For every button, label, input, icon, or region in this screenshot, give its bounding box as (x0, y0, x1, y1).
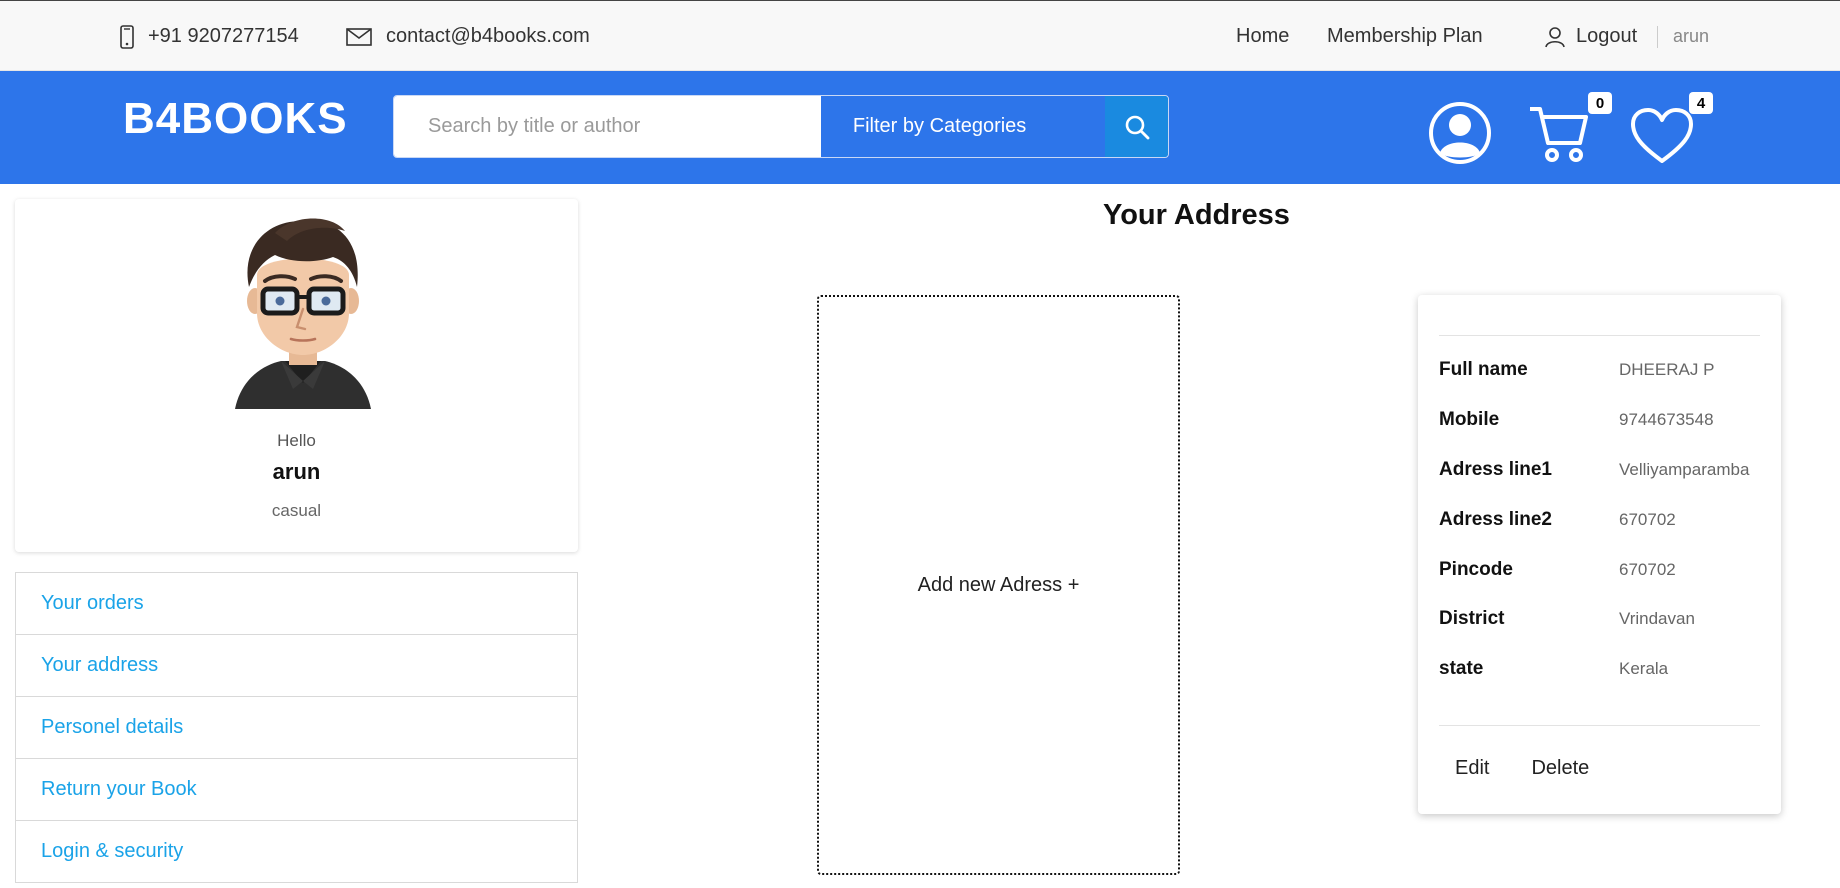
mail-icon (346, 27, 372, 46)
cart-icon (1530, 107, 1588, 162)
search-bar: Filter by Categories (393, 95, 1169, 158)
field-value: DHEERAJ P (1619, 360, 1715, 379)
nav-membership-link[interactable]: Membership Plan (1327, 1, 1483, 72)
menu-item-login-security[interactable]: Login & security (15, 820, 578, 883)
add-new-address-label: Add new Adress + (917, 573, 1080, 596)
wishlist-count-badge: 4 (1689, 92, 1713, 114)
phone-contact[interactable]: +91 9207277154 (120, 1, 299, 72)
profile-membership-type: casual (271, 501, 322, 520)
page-title: Your Address (1103, 199, 1290, 231)
profile-name: arun (272, 459, 321, 484)
account-side-menu: Your orders Your address Personel detail… (15, 572, 578, 883)
field-label: Adress line2 (1439, 509, 1552, 530)
field-value: 670702 (1619, 510, 1676, 529)
delete-address-button[interactable]: Delete (1531, 757, 1589, 780)
main-header: B4BOOKS Filter by Categories 0 4 (0, 71, 1840, 184)
field-value: 9744673548 (1619, 410, 1714, 429)
search-icon (1125, 115, 1149, 139)
search-button[interactable] (1105, 96, 1168, 157)
site-logo[interactable]: B4BOOKS (123, 94, 348, 144)
heart-icon (1631, 108, 1693, 163)
wishlist-button[interactable] (1630, 107, 1694, 170)
field-label: state (1439, 658, 1484, 679)
add-new-address-button[interactable]: Add new Adress + (817, 295, 1180, 875)
address-field-row: state Kerala (1439, 654, 1769, 684)
logout-link[interactable]: Logout (1544, 1, 1637, 72)
menu-item-return-book[interactable]: Return your Book (15, 758, 578, 821)
field-label: Full name (1439, 359, 1528, 380)
field-value: Vrindavan (1619, 609, 1695, 628)
profile-greeting: Hello (277, 431, 316, 450)
address-field-row: District Vrindavan (1439, 604, 1769, 634)
field-label: Mobile (1439, 409, 1500, 430)
cart-count-badge: 0 (1588, 92, 1612, 114)
address-field-row: Adress line1 Velliyamparamba (1439, 455, 1769, 485)
field-value: 670702 (1619, 560, 1676, 579)
filter-categories-dropdown[interactable]: Filter by Categories (822, 96, 1106, 157)
cart-button[interactable] (1528, 105, 1590, 170)
profile-card: Hello arun casual (15, 199, 578, 552)
field-label: District (1439, 608, 1505, 629)
user-outline-icon (1545, 26, 1565, 47)
field-value: Kerala (1619, 659, 1669, 678)
menu-item-address[interactable]: Your address (15, 634, 578, 697)
top-bar: +91 9207277154 contact@b4books.com Home … (0, 0, 1840, 71)
email-contact[interactable]: contact@b4books.com (346, 1, 590, 72)
address-field-row: Mobile 9744673548 (1439, 405, 1769, 435)
account-button[interactable] (1428, 101, 1492, 170)
address-field-row: Full name DHEERAJ P (1439, 355, 1769, 385)
search-input[interactable] (394, 96, 821, 157)
card-divider (1439, 725, 1760, 726)
nav-home-link[interactable]: Home (1236, 1, 1289, 72)
field-label: Adress line1 (1439, 459, 1552, 480)
phone-number: +91 9207277154 (148, 25, 299, 47)
field-value: Velliyamparamba (1619, 460, 1750, 479)
logout-label: Logout (1576, 25, 1638, 47)
menu-item-personal-details[interactable]: Personel details (15, 696, 578, 759)
address-field-row: Adress line2 670702 (1439, 505, 1769, 535)
address-field-row: Pincode 670702 (1439, 555, 1769, 585)
email-address: contact@b4books.com (386, 25, 590, 47)
address-card: Full name DHEERAJ P Mobile 9744673548 Ad… (1418, 295, 1781, 814)
edit-address-button[interactable]: Edit (1455, 757, 1489, 780)
address-actions: Edit Delete (1455, 757, 1631, 780)
nav-divider (1657, 26, 1658, 48)
account-circle-icon (1429, 102, 1491, 164)
nav-username[interactable]: arun (1673, 1, 1709, 72)
field-label: Pincode (1439, 559, 1513, 580)
avatar (235, 213, 371, 414)
phone-icon (120, 24, 134, 49)
card-divider (1439, 335, 1760, 336)
menu-item-orders[interactable]: Your orders (15, 572, 578, 635)
